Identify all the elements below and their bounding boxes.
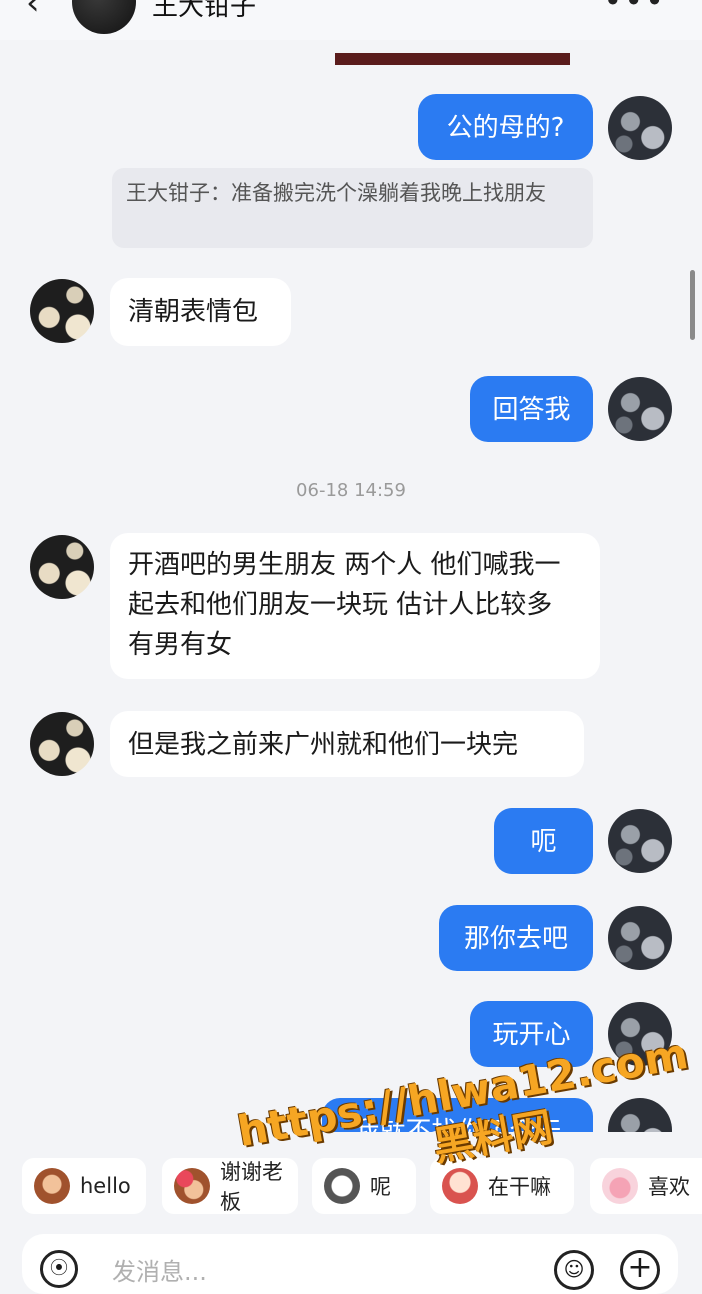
my-avatar[interactable] bbox=[608, 809, 672, 873]
message-bubble-received[interactable]: 开酒吧的男生朋友 两个人 他们喊我一起去和他们朋友一块玩 估计人比较多 有男有女 bbox=[110, 533, 600, 679]
voice-icon[interactable]: ⦿ bbox=[40, 1250, 78, 1288]
emoji-icon[interactable]: ☺ bbox=[554, 1250, 594, 1290]
message-bubble-received[interactable]: 但是我之前来广州就和他们一块完 bbox=[110, 711, 584, 777]
chat-header: ‹ 王大钳子 ••• bbox=[0, 0, 702, 40]
contact-avatar[interactable] bbox=[30, 535, 94, 599]
chevron-left-icon[interactable]: ‹ bbox=[26, 0, 56, 20]
quoted-message[interactable]: 王大钳子：准备搬完洗个澡躺着我晚上找朋友 bbox=[112, 168, 593, 248]
message-timestamp: 06-18 14:59 bbox=[296, 480, 406, 501]
image-message-thumbnail[interactable] bbox=[335, 53, 570, 65]
my-avatar[interactable] bbox=[608, 906, 672, 970]
quick-reply-hello[interactable]: hello bbox=[22, 1158, 146, 1214]
contact-name: 王大钳子 bbox=[152, 0, 257, 22]
monkey-emoji-icon bbox=[34, 1168, 70, 1204]
scrollbar[interactable] bbox=[690, 270, 695, 340]
message-input-bar: ⦿ 发消息... ☺ + bbox=[22, 1234, 678, 1294]
message-bubble-sent[interactable]: 呃 bbox=[494, 808, 593, 874]
quick-reply-label: hello bbox=[80, 1174, 131, 1198]
message-bubble-received[interactable]: 清朝表情包 bbox=[110, 278, 291, 346]
message-bubble-sent[interactable]: 公的母的? bbox=[418, 94, 593, 160]
contact-avatar[interactable] bbox=[30, 279, 94, 343]
flower-monkey-emoji-icon bbox=[174, 1168, 210, 1204]
my-avatar[interactable] bbox=[608, 96, 672, 160]
message-bubble-sent[interactable]: 那你去吧 bbox=[439, 905, 593, 971]
more-horizontal-icon[interactable]: ••• bbox=[603, 0, 666, 20]
contact-avatar[interactable] bbox=[72, 0, 136, 34]
message-input[interactable]: 发消息... bbox=[112, 1252, 207, 1287]
message-bubble-sent[interactable]: 回答我 bbox=[470, 376, 593, 442]
my-avatar[interactable] bbox=[608, 377, 672, 441]
plus-icon[interactable]: + bbox=[620, 1250, 660, 1290]
contact-avatar[interactable] bbox=[30, 712, 94, 776]
